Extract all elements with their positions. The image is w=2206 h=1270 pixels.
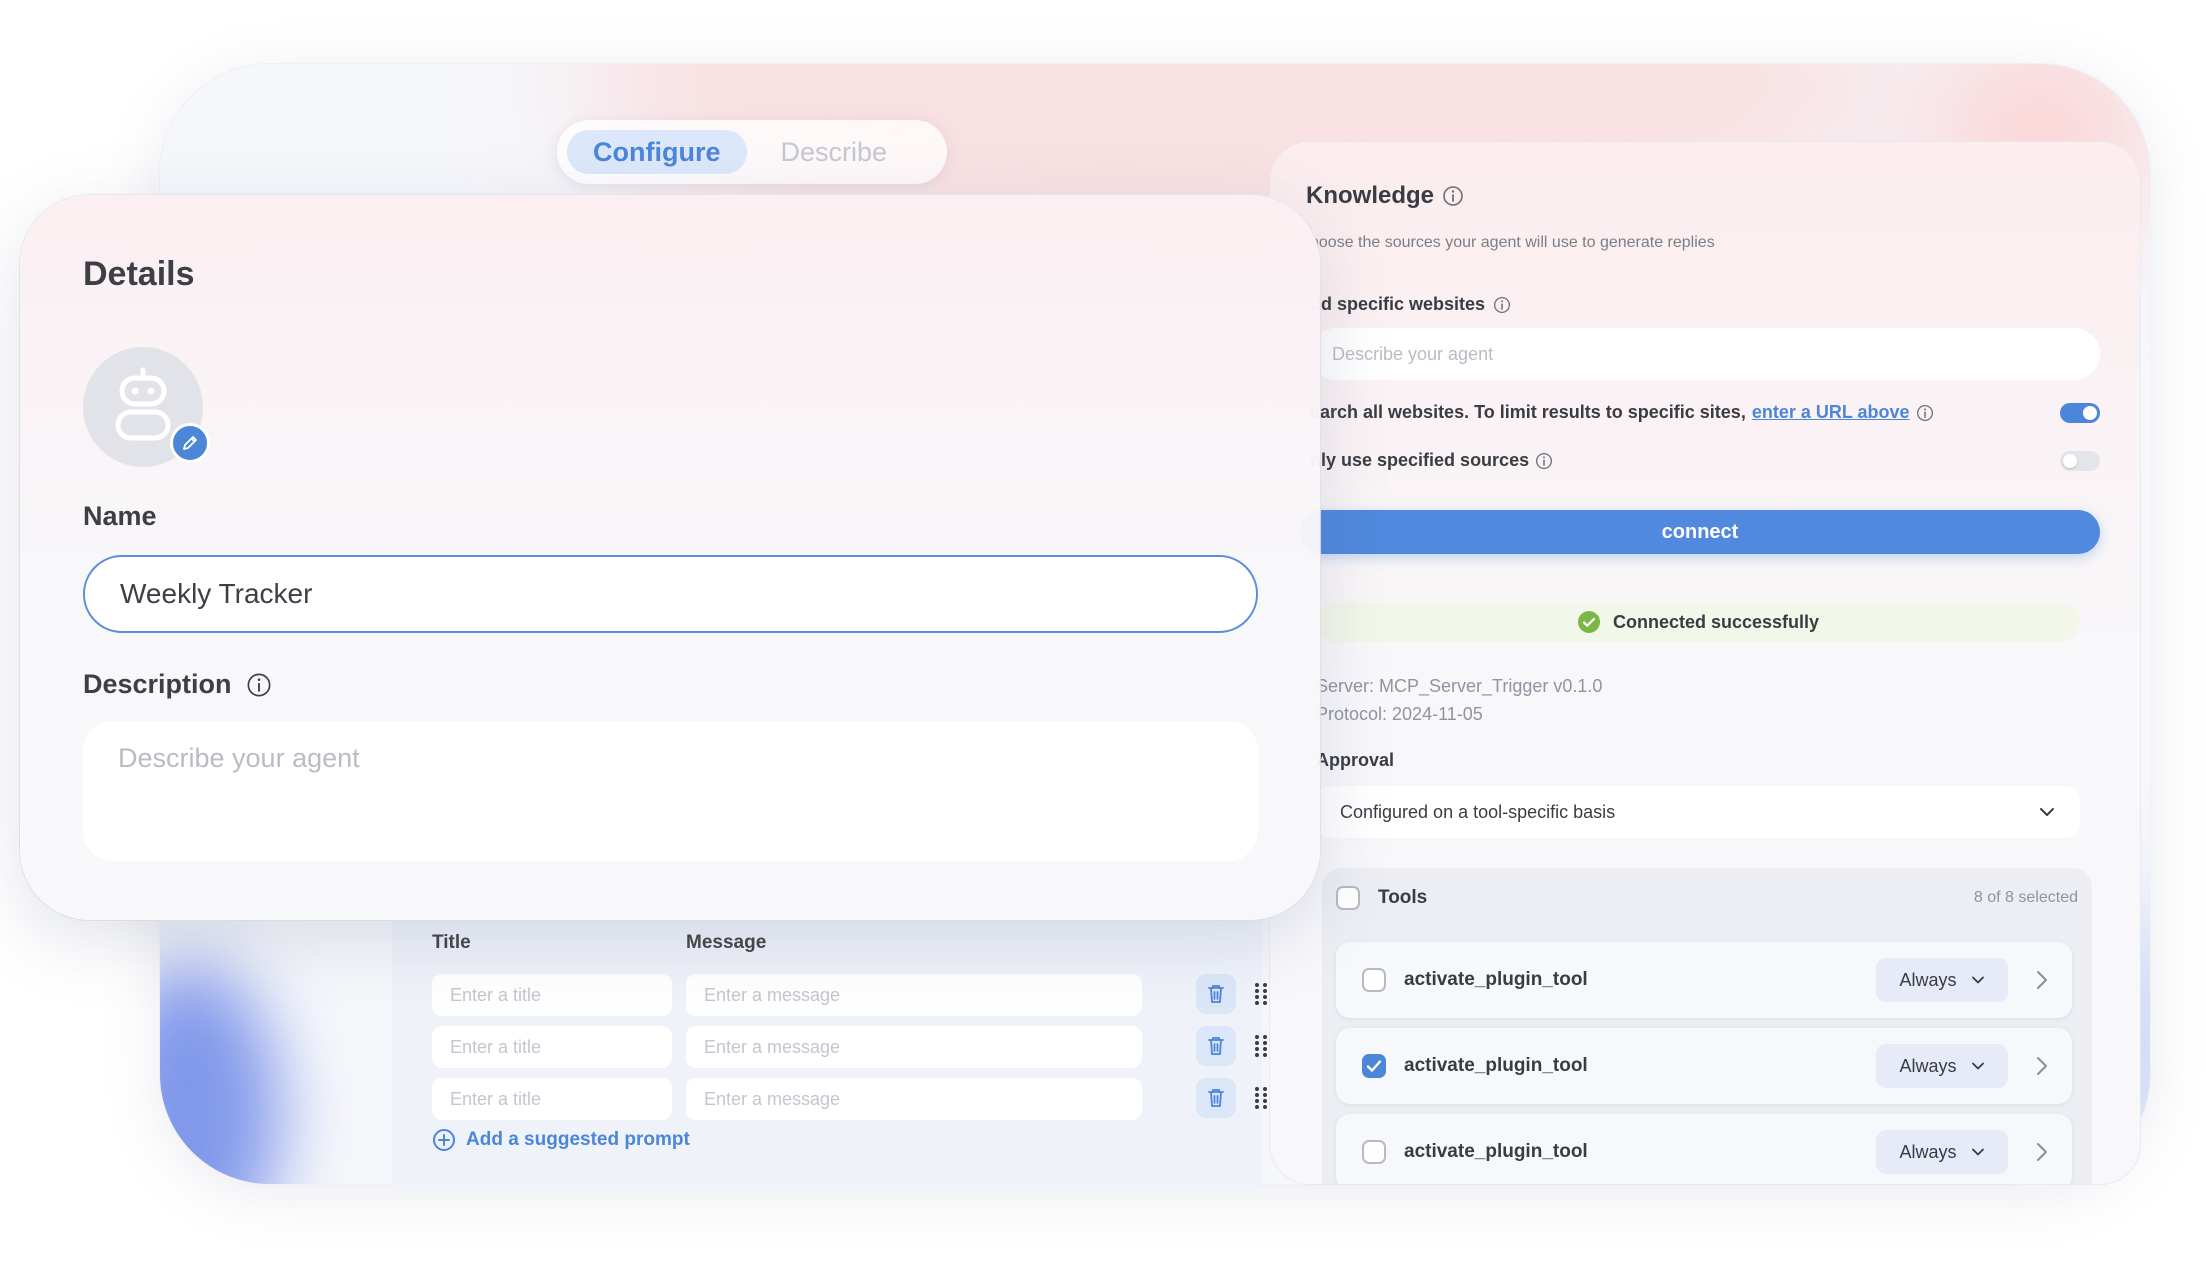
connection-status: Connected successfully (1316, 602, 2080, 642)
tool-checkbox[interactable] (1362, 1054, 1386, 1078)
drag-handle-icon[interactable] (1254, 1086, 1268, 1110)
chevron-down-icon (1971, 1062, 1984, 1070)
connect-button[interactable]: connect (1300, 510, 2100, 554)
prompt-title-input[interactable]: Enter a title (432, 974, 672, 1016)
tools-header: Tools 8 of 8 selected (1336, 886, 2078, 910)
details-card: Details Name Weekly Tracker Description … (20, 195, 1320, 920)
protocol-line: Protocol: 2024-11-05 (1316, 704, 1483, 724)
trash-icon (1208, 1089, 1224, 1107)
message-column-header: Message (686, 932, 767, 953)
tab-configure[interactable]: Configure (567, 130, 747, 174)
tools-selected-count: 8 of 8 selected (1973, 889, 2078, 906)
trash-icon (1208, 985, 1224, 1003)
name-label: Name (83, 501, 157, 531)
server-line: Server: MCP_Server_Trigger v0.1.0 (1316, 676, 1603, 696)
check-circle-icon (1577, 611, 1600, 633)
tool-row[interactable]: activate_plugin_tool Always (1336, 1114, 2072, 1184)
name-input[interactable]: Weekly Tracker (83, 555, 1258, 633)
chevron-down-icon (1971, 976, 1984, 984)
tab-describe[interactable]: Describe (755, 130, 914, 174)
select-all-tools-checkbox[interactable] (1336, 886, 1360, 910)
prompt-title-input[interactable]: Enter a title (432, 1026, 672, 1068)
edit-avatar-button[interactable] (170, 423, 210, 463)
only-sources-row: nly use specified sources (1310, 450, 2100, 471)
tool-row[interactable]: activate_plugin_tool Always (1336, 1028, 2072, 1104)
tool-approval-value: Always (1899, 969, 1957, 990)
tool-row[interactable]: activate_plugin_tool Always (1336, 942, 2072, 1018)
checkmark-icon (1366, 1060, 1382, 1072)
connection-status-text: Connected successfully (1612, 611, 1820, 632)
tool-name: activate_plugin_tool (1404, 1055, 1588, 1076)
tool-approval-value: Always (1899, 1055, 1957, 1076)
delete-prompt-button[interactable] (1196, 1078, 1236, 1118)
description-label: Description (83, 669, 272, 700)
websites-label-text: dd specific websites (1310, 294, 1486, 314)
tool-approval-dropdown[interactable]: Always (1876, 1130, 2008, 1174)
tool-approval-dropdown[interactable]: Always (1876, 1044, 2008, 1088)
chevron-down-icon (1971, 1148, 1984, 1156)
search-all-toggle[interactable] (2060, 402, 2100, 423)
trash-icon (1208, 1037, 1224, 1055)
approval-label: Approval (1316, 750, 1395, 770)
knowledge-panel: Knowledge hoose the sources your agent w… (1270, 142, 2140, 1184)
delete-prompt-button[interactable] (1196, 1026, 1236, 1066)
info-icon[interactable] (246, 672, 272, 698)
title-column-header: Title (432, 932, 471, 953)
suggested-prompts-section: Title Message Enter a title Enter a mess… (392, 900, 1267, 1190)
search-all-label: earch all websites. To limit results to … (1310, 402, 1934, 423)
details-title: Details (83, 255, 195, 293)
pencil-icon (183, 436, 197, 450)
tools-header-label: Tools (1378, 887, 1428, 908)
tool-checkbox[interactable] (1362, 968, 1386, 992)
approval-select-value: Configured on a tool-specific basis (1340, 801, 1616, 822)
chevron-down-icon (2040, 808, 2054, 816)
tool-checkbox[interactable] (1362, 1140, 1386, 1164)
only-sources-toggle[interactable] (2060, 450, 2100, 471)
prompt-message-input[interactable]: Enter a message (686, 1078, 1142, 1120)
info-icon[interactable] (1493, 296, 1511, 314)
enter-url-link[interactable]: enter a URL above (1752, 402, 1910, 423)
knowledge-subtitle: hoose the sources your agent will use to… (1310, 234, 1715, 251)
delete-prompt-button[interactable] (1196, 974, 1236, 1014)
info-icon[interactable] (1442, 185, 1464, 207)
drag-handle-icon[interactable] (1254, 1034, 1268, 1058)
prompt-title-input[interactable]: Enter a title (432, 1078, 672, 1120)
knowledge-title: Knowledge (1306, 182, 1464, 210)
plus-circle-icon (433, 1129, 455, 1151)
description-label-text: Description (83, 669, 232, 699)
tool-name: activate_plugin_tool (1404, 1141, 1588, 1162)
only-sources-text: nly use specified sources (1310, 450, 1530, 470)
add-suggested-prompt-label: Add a suggested prompt (466, 1129, 690, 1150)
search-all-text: earch all websites. To limit results to … (1310, 402, 1746, 422)
drag-handle-icon[interactable] (1254, 982, 1268, 1006)
chevron-right-icon[interactable] (2036, 1056, 2048, 1076)
search-all-row: earch all websites. To limit results to … (1310, 402, 2100, 423)
info-icon[interactable] (1535, 452, 1553, 470)
add-suggested-prompt-button[interactable]: Add a suggested prompt (432, 1128, 690, 1152)
prompt-message-input[interactable]: Enter a message (686, 1026, 1142, 1068)
robot-icon (115, 367, 171, 441)
tool-approval-value: Always (1899, 1141, 1957, 1162)
chevron-right-icon[interactable] (2036, 970, 2048, 990)
tools-list: Tools 8 of 8 selected activate_plugin_to… (1322, 868, 2092, 1184)
description-input[interactable]: Describe your agent (83, 721, 1258, 861)
tool-name: activate_plugin_tool (1404, 969, 1588, 990)
only-sources-label: nly use specified sources (1310, 450, 1553, 471)
prompt-message-input[interactable]: Enter a message (686, 974, 1142, 1016)
tool-approval-dropdown[interactable]: Always (1876, 958, 2008, 1002)
websites-input[interactable]: Describe your agent (1310, 328, 2100, 380)
server-info: Server: MCP_Server_Trigger v0.1.0 Protoc… (1316, 672, 1602, 728)
mode-tabs: Configure Describe (557, 120, 947, 184)
chevron-right-icon[interactable] (2036, 1142, 2048, 1162)
approval-select[interactable]: Configured on a tool-specific basis (1316, 786, 2080, 838)
info-icon[interactable] (1916, 404, 1934, 422)
knowledge-title-text: Knowledge (1306, 182, 1435, 209)
websites-label: dd specific websites (1310, 294, 1511, 315)
